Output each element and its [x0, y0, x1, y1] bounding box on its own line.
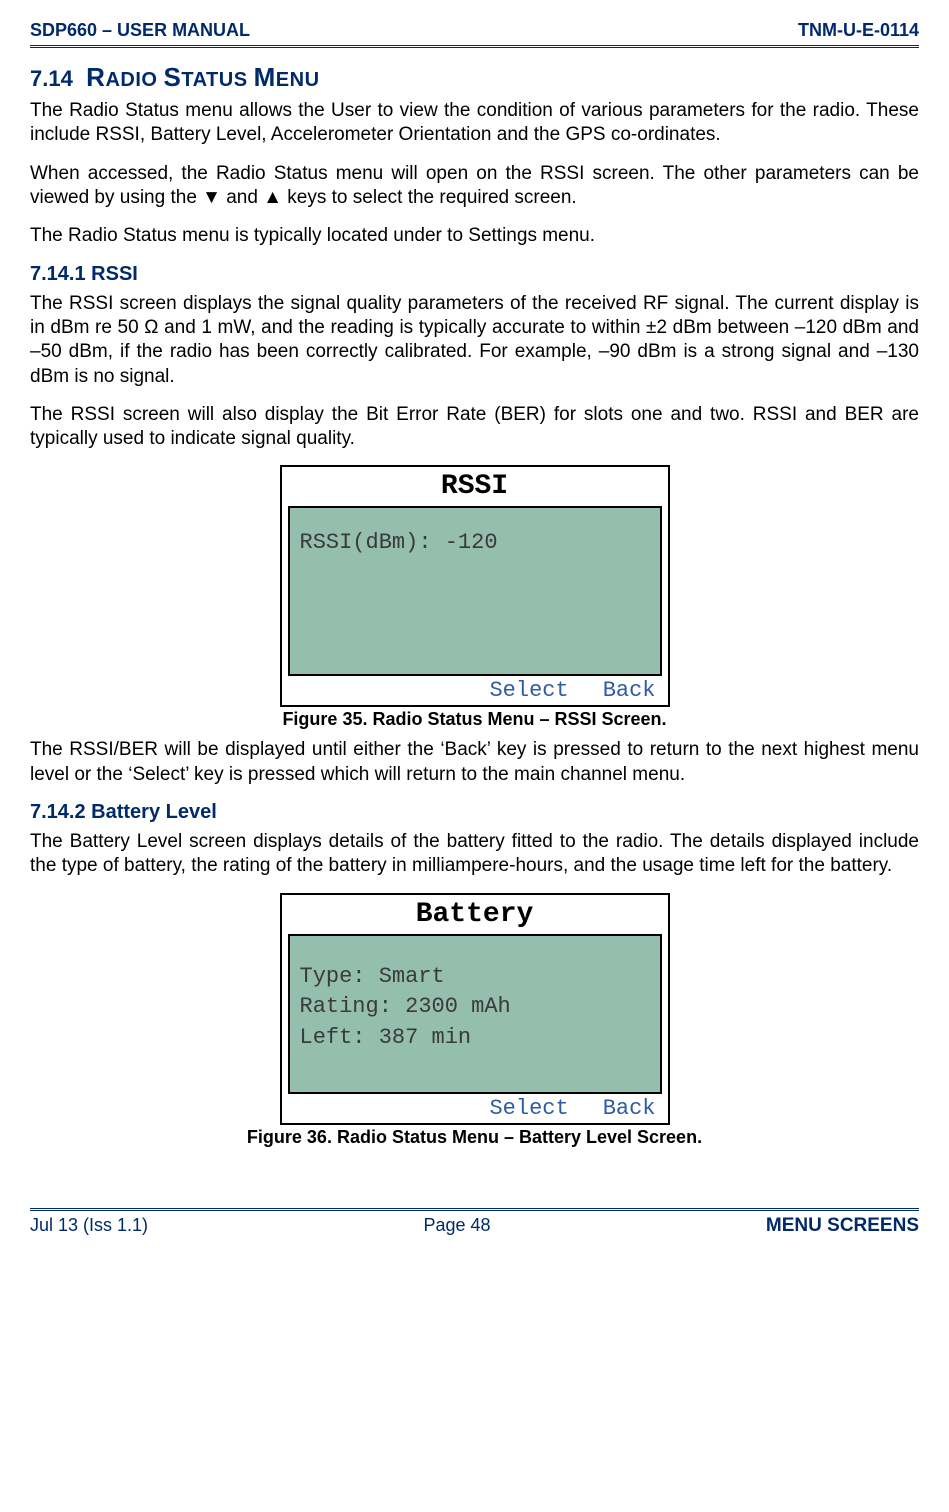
lcd-battery-line1: Type: Smart	[300, 962, 650, 993]
page-header: SDP660 – USER MANUAL TNM-U-E-0114	[30, 20, 919, 43]
lcd-rssi-back[interactable]: Back	[603, 678, 656, 703]
lcd-rssi-actions: Select Back	[288, 676, 662, 703]
lcd-rssi: RSSI RSSI(dBm): -120 Select Back	[280, 465, 670, 707]
lcd-rssi-line1: RSSI(dBm): -120	[300, 528, 650, 559]
sec-rest-1: ADIO	[105, 69, 163, 91]
section-number: 7.14	[30, 66, 73, 91]
para-rssi-2: The RSSI screen will also display the Bi…	[30, 403, 919, 452]
sec-cap-s: S	[164, 62, 182, 92]
figure-35-caption: Figure 35. Radio Status Menu – RSSI Scre…	[30, 709, 919, 730]
subheading-battery: 7.14.2 Battery Level	[30, 801, 919, 824]
sec-rest-2: TATUS	[181, 69, 253, 91]
lcd-rssi-title: RSSI	[288, 471, 662, 502]
lcd-battery: Battery Type: Smart Rating: 2300 mAh Lef…	[280, 893, 670, 1125]
sec-rest-3: ENU	[276, 69, 320, 91]
para-rssi-1: The RSSI screen displays the signal qual…	[30, 292, 919, 389]
lcd-battery-title: Battery	[288, 899, 662, 930]
lcd-rssi-select[interactable]: Select	[489, 678, 568, 703]
section-heading-7-14: 7.14 RADIO STATUS MENU	[30, 62, 919, 93]
para-intro-1: The Radio Status menu allows the User to…	[30, 99, 919, 148]
lcd-battery-actions: Select Back	[288, 1094, 662, 1121]
lcd-battery-line2: Rating: 2300 mAh	[300, 992, 650, 1023]
para-battery-1: The Battery Level screen displays detail…	[30, 830, 919, 879]
header-left: SDP660 – USER MANUAL	[30, 20, 250, 41]
lcd-battery-select[interactable]: Select	[489, 1096, 568, 1121]
sec-cap-m: M	[254, 62, 276, 92]
para-intro-2: When accessed, the Radio Status menu wil…	[30, 162, 919, 211]
lcd-battery-line3: Left: 387 min	[300, 1023, 650, 1054]
sec-cap-r: R	[86, 62, 105, 92]
lcd-rssi-screen: RSSI(dBm): -120	[288, 506, 662, 676]
lcd-battery-screen: Type: Smart Rating: 2300 mAh Left: 387 m…	[288, 934, 662, 1094]
lcd-battery-back[interactable]: Back	[603, 1096, 656, 1121]
footer-right: MENU SCREENS	[766, 1215, 919, 1237]
para-rssi-3: The RSSI/BER will be displayed until eit…	[30, 738, 919, 787]
header-right: TNM-U-E-0114	[798, 20, 919, 41]
page-footer: Jul 13 (Iss 1.1) Page 48 MENU SCREENS	[30, 1211, 919, 1237]
header-rule	[30, 45, 919, 48]
subheading-rssi: 7.14.1 RSSI	[30, 263, 919, 286]
para-intro-3: The Radio Status menu is typically locat…	[30, 224, 919, 248]
footer-center: Page 48	[423, 1215, 490, 1236]
figure-36-caption: Figure 36. Radio Status Menu – Battery L…	[30, 1127, 919, 1148]
footer-left: Jul 13 (Iss 1.1)	[30, 1215, 148, 1236]
